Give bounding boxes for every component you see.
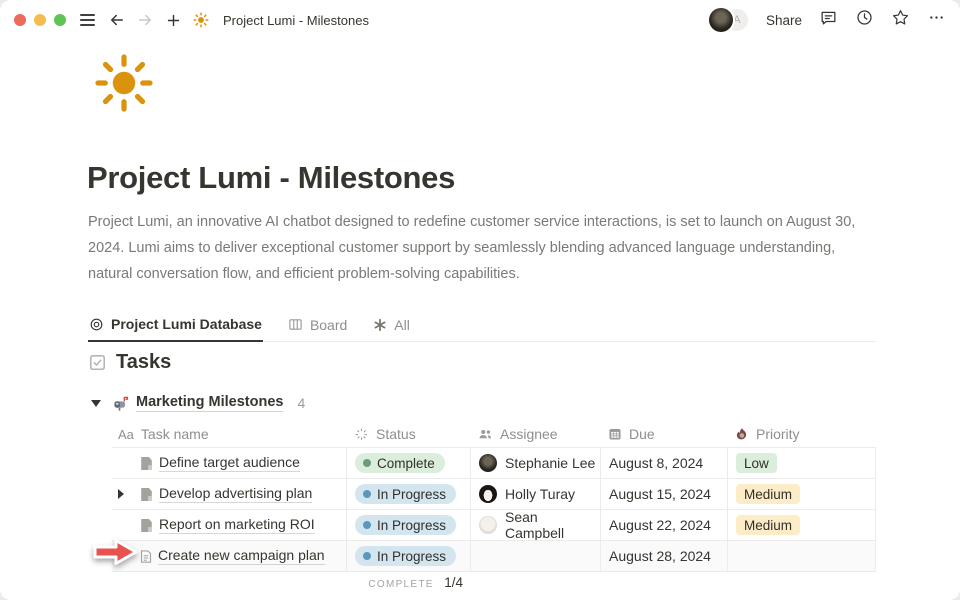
column-header-status[interactable]: Status <box>346 421 470 447</box>
document-icon <box>140 487 153 502</box>
more-icon[interactable] <box>927 8 946 32</box>
page-emoji-sun-icon[interactable] <box>94 53 154 113</box>
column-header-priority[interactable]: Priority <box>727 421 876 447</box>
priority-badge: Medium <box>736 515 800 535</box>
traffic-lights <box>14 14 66 26</box>
target-icon <box>89 317 104 332</box>
status-column-calculation[interactable]: COMPLETE 1/4 <box>346 574 463 592</box>
priority-flame-icon <box>735 427 749 441</box>
text-property-icon: Aa <box>118 427 134 442</box>
cell-priority[interactable]: Medium <box>727 510 876 540</box>
priority-badge: Low <box>736 453 777 473</box>
table-row[interactable]: Create new campaign plan In Progress Aug… <box>112 541 876 572</box>
cell-due[interactable]: August 15, 2024 <box>600 479 727 509</box>
assignee-avatar <box>479 454 497 472</box>
group-header: Marketing Milestones 4 <box>91 394 305 412</box>
status-dot-icon <box>363 521 371 529</box>
page-description: Project Lumi, an innovative AI chatbot d… <box>88 209 855 287</box>
cell-status[interactable]: In Progress <box>346 510 470 540</box>
cell-assignee[interactable] <box>470 541 600 571</box>
column-header-task-name[interactable]: Aa Task name <box>112 421 346 447</box>
tasks-title: Tasks <box>116 351 171 374</box>
cell-task-name[interactable]: Report on marketing ROI <box>112 510 346 540</box>
view-tabbar: Project Lumi Database Board All <box>88 311 876 342</box>
description-line: 2024. Lumi aims to deliver exceptional c… <box>88 235 855 261</box>
assignee-people-icon <box>478 427 493 442</box>
cell-due[interactable]: August 22, 2024 <box>600 510 727 540</box>
cell-priority[interactable]: Low <box>727 448 876 478</box>
titlebar: Project Lumi - Milestones A Share <box>0 0 960 40</box>
description-line: natural conversation flow, and efficient… <box>88 261 855 287</box>
back-icon[interactable] <box>105 8 129 32</box>
table-row[interactable]: Define target audience Complete Stephani… <box>112 448 876 479</box>
group-count: 4 <box>297 395 305 411</box>
tasks-section-heading: Tasks <box>88 351 171 374</box>
document-icon <box>140 456 153 471</box>
cell-task-name[interactable]: Create new campaign plan <box>112 541 346 571</box>
tasks-checkbox-icon <box>88 353 107 372</box>
row-expand-icon[interactable] <box>118 489 124 499</box>
cell-assignee[interactable]: Stephanie Lee <box>470 448 600 478</box>
status-dot-icon <box>363 552 371 560</box>
tab-board[interactable]: Board <box>287 311 348 341</box>
column-header-due[interactable]: Due <box>600 421 727 447</box>
menu-icon[interactable] <box>80 14 95 25</box>
window-tab-title: Project Lumi - Milestones <box>223 13 369 28</box>
status-badge: Complete <box>355 453 445 473</box>
page-sun-icon <box>189 8 213 32</box>
cell-assignee[interactable]: Sean Campbell <box>470 510 600 540</box>
click-indicator-icon <box>91 537 140 567</box>
cell-task-name[interactable]: Define target audience <box>112 448 346 478</box>
cell-status[interactable]: In Progress <box>346 541 470 571</box>
table-row[interactable]: Develop advertising plan In Progress Hol… <box>112 479 876 510</box>
page-title: Project Lumi - Milestones <box>87 160 455 196</box>
cell-priority[interactable]: Medium <box>727 479 876 509</box>
calc-value: 1/4 <box>444 575 463 590</box>
group-toggle-icon[interactable] <box>91 400 101 407</box>
new-tab-icon[interactable] <box>161 8 185 32</box>
document-outline-icon <box>140 549 152 564</box>
table-row[interactable]: Report on marketing ROI In Progress Sean… <box>112 510 876 541</box>
minimize-window-button[interactable] <box>34 14 46 26</box>
column-header-assignee[interactable]: Assignee <box>470 421 600 447</box>
cell-due[interactable]: August 28, 2024 <box>600 541 727 571</box>
cell-priority[interactable] <box>727 541 876 571</box>
avatar <box>709 8 733 32</box>
asterisk-icon <box>373 318 387 332</box>
cell-status[interactable]: In Progress <box>346 479 470 509</box>
assignee-avatar <box>479 516 497 534</box>
tab-project-lumi-database[interactable]: Project Lumi Database <box>88 311 263 342</box>
share-button[interactable]: Share <box>766 13 802 28</box>
document-icon <box>140 518 153 533</box>
mailbox-icon <box>113 395 130 412</box>
collaborator-avatars[interactable]: A <box>709 8 749 32</box>
assignee-avatar <box>479 485 497 503</box>
forward-icon[interactable] <box>133 8 157 32</box>
calc-label: COMPLETE <box>368 579 433 590</box>
comments-icon[interactable] <box>819 8 838 32</box>
tasks-table: Aa Task name Status Assignee Due Priorit… <box>112 421 876 572</box>
status-badge: In Progress <box>355 546 456 566</box>
table-header-row: Aa Task name Status Assignee Due Priorit… <box>112 421 876 448</box>
cell-assignee[interactable]: Holly Turay <box>470 479 600 509</box>
notion-window: Project Lumi - Milestones A Share Pr <box>0 0 960 600</box>
description-line: Project Lumi, an innovative AI chatbot d… <box>88 209 855 235</box>
close-window-button[interactable] <box>14 14 26 26</box>
status-badge: In Progress <box>355 515 456 535</box>
board-columns-icon <box>288 317 303 332</box>
cell-due[interactable]: August 8, 2024 <box>600 448 727 478</box>
updates-icon[interactable] <box>855 8 874 32</box>
status-badge: In Progress <box>355 484 456 504</box>
cell-task-name[interactable]: Develop advertising plan <box>112 479 346 509</box>
status-dot-icon <box>363 490 371 498</box>
status-burst-icon <box>354 427 369 442</box>
cell-status[interactable]: Complete <box>346 448 470 478</box>
priority-badge: Medium <box>736 484 800 504</box>
status-dot-icon <box>363 459 371 467</box>
group-name[interactable]: Marketing Milestones <box>136 394 283 412</box>
zoom-window-button[interactable] <box>54 14 66 26</box>
due-calendar-icon <box>608 427 622 441</box>
tab-all[interactable]: All <box>372 311 411 341</box>
favorite-star-icon[interactable] <box>891 8 910 32</box>
